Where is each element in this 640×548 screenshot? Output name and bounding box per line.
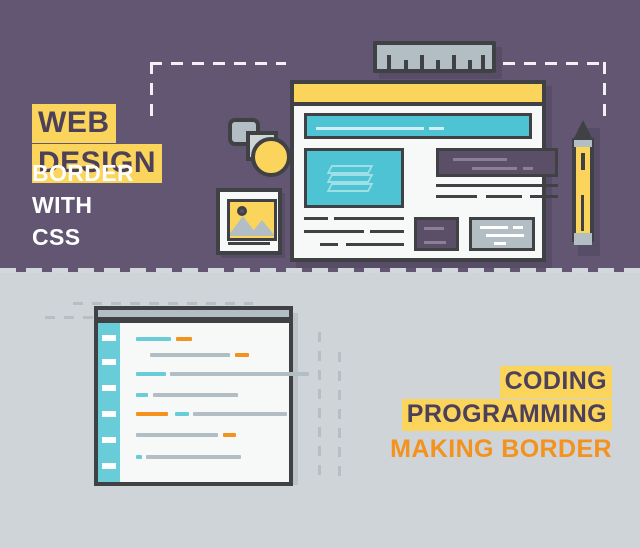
small-card-gray [469, 217, 535, 251]
content-card [436, 148, 558, 177]
gutter-mark [102, 335, 116, 341]
gutter-mark [102, 359, 116, 365]
text-line [346, 243, 404, 246]
infographic-canvas: WEB DESIGN BORDER WITH CSS CODING PROGRA… [0, 0, 640, 548]
code-line-segment [176, 337, 192, 341]
bottom-subtitle: MAKING BORDER [390, 435, 612, 463]
headline-web: WEB [32, 104, 116, 143]
hero-banner [304, 113, 532, 139]
subtitle-line-with: WITH [32, 192, 93, 218]
ruler-tick [452, 55, 456, 69]
headline-coding: CODING [499, 366, 612, 398]
text-line [304, 217, 328, 220]
dashed-guide-bottom-d [338, 352, 341, 482]
pencil-tip [572, 120, 594, 142]
text-line [304, 230, 364, 233]
dashed-guide-top-right-horizontal [503, 62, 606, 65]
dashed-guide-bottom-a [73, 302, 253, 305]
dashed-guide-top-right-vertical [603, 62, 606, 116]
code-line-segment [153, 393, 238, 397]
image-thumbnail [216, 188, 282, 255]
text-line [320, 243, 338, 246]
text-line [436, 184, 558, 187]
headline-programming: PROGRAMMING [401, 399, 612, 431]
shape-circle [251, 137, 291, 177]
code-line-segment [136, 433, 218, 437]
code-line-segment [136, 337, 171, 341]
top-subtitle: BORDER WITH CSS [32, 157, 134, 253]
code-line-segment [136, 372, 166, 376]
code-line-segment [136, 393, 148, 397]
subtitle-line-css: CSS [32, 224, 81, 250]
image-thumbnail-caption-line [228, 242, 270, 245]
small-card-dark [414, 217, 459, 251]
ruler-tick [481, 55, 485, 69]
code-line-segment [170, 372, 309, 376]
text-line [334, 217, 404, 220]
pencil-ferrule-top [574, 140, 592, 147]
ruler-tick [436, 60, 440, 69]
text-line [530, 195, 558, 198]
editor-gutter [98, 323, 120, 482]
dashed-guide-top-left-horizontal [150, 62, 286, 65]
code-line-segment [136, 455, 142, 459]
sun-icon [237, 206, 247, 216]
browser-mockup [290, 80, 558, 262]
code-line-segment [223, 433, 236, 437]
text-line [486, 195, 522, 198]
gutter-mark [102, 437, 116, 443]
pencil [572, 120, 594, 254]
pencil-ferrule-bottom [574, 233, 592, 245]
gutter-mark [102, 411, 116, 417]
subtitle-line-border: BORDER [32, 160, 135, 186]
browser-titlebar [294, 84, 542, 106]
gutter-mark [102, 463, 116, 469]
code-line-segment [146, 455, 241, 459]
code-line-segment [235, 353, 249, 357]
text-line [370, 230, 404, 233]
ruler [373, 41, 496, 73]
content-image-block [304, 148, 404, 208]
bottom-headline: CODING PROGRAMMING MAKING BORDER [390, 366, 612, 464]
ruler-tick [468, 60, 472, 69]
pencil-detail-line [581, 195, 584, 231]
mountain-shape [249, 220, 274, 236]
text-line [436, 195, 477, 198]
pencil-detail-line [581, 153, 585, 170]
dashed-guide-bottom-c [318, 332, 321, 482]
ruler-tick [404, 60, 408, 69]
gutter-mark [102, 385, 116, 391]
ruler-tick [387, 55, 391, 69]
code-line-segment [150, 353, 230, 357]
image-thumbnail-picture [227, 199, 277, 241]
code-editor-window [94, 319, 309, 486]
code-line-segment [175, 412, 189, 416]
ruler-tick [420, 55, 424, 69]
code-line-segment [136, 412, 168, 416]
code-line-segment [193, 412, 287, 416]
